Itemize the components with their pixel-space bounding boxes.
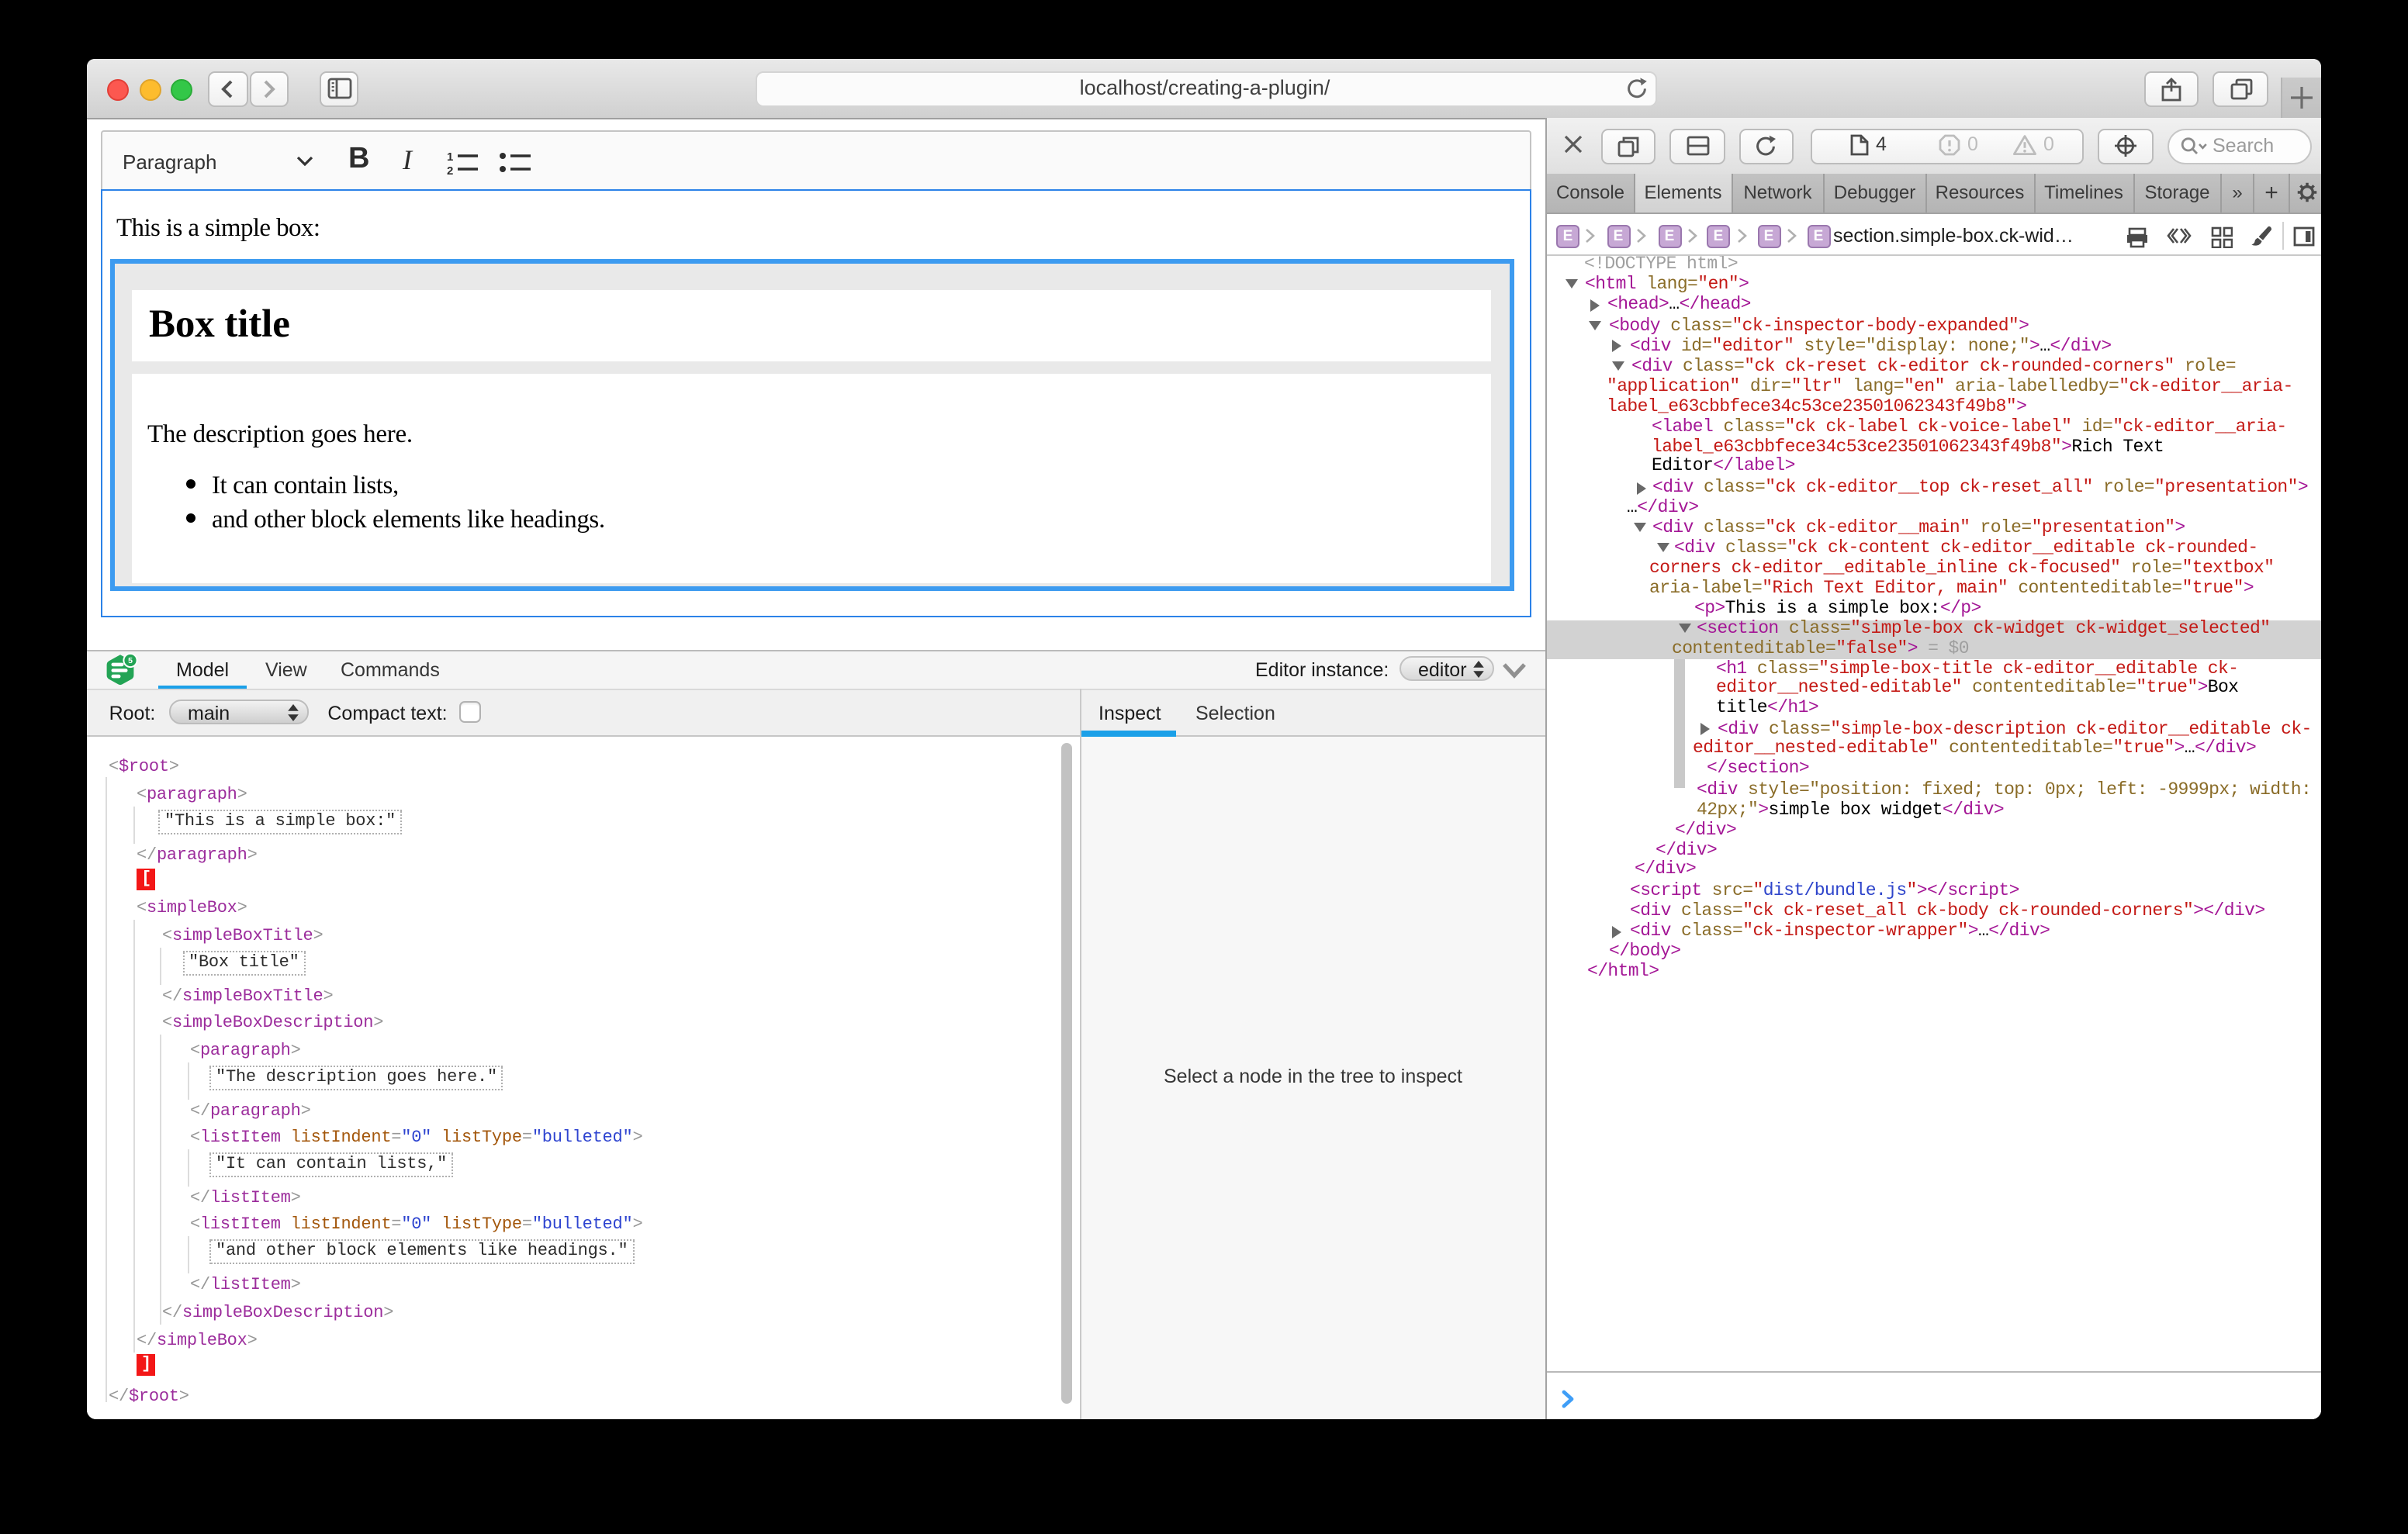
svg-text:2: 2 (446, 164, 452, 174)
svg-text:1: 1 (446, 150, 452, 163)
svg-text:5: 5 (128, 656, 133, 665)
